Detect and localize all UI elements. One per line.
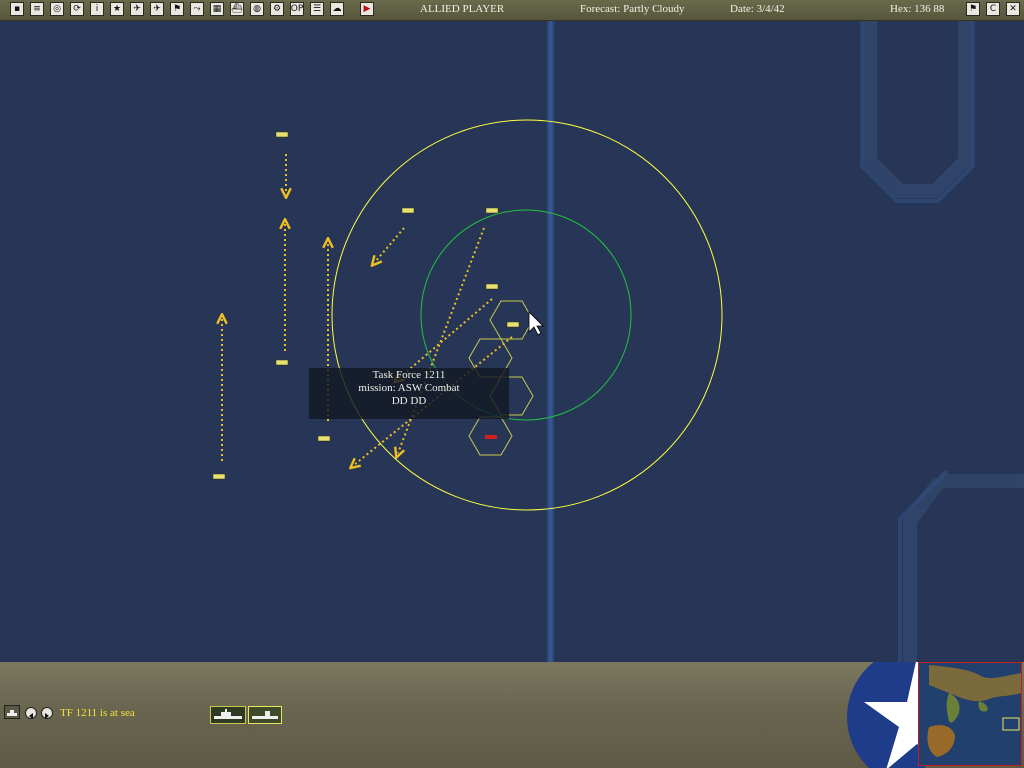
database-icon[interactable]: ◎ [50, 2, 64, 16]
task-force-tooltip: Task Force 1211 mission: ASW Combat DD D… [309, 368, 509, 419]
player-label: ALLIED PLAYER [420, 3, 505, 15]
save-icon[interactable]: ▪ [10, 2, 24, 16]
sync-icon[interactable]: ⟳ [70, 2, 84, 16]
op-icon[interactable]: OP [290, 2, 304, 16]
battleship-icon [214, 709, 242, 719]
close-icon[interactable]: ✕ [1006, 2, 1020, 16]
map-layer [212, 21, 1024, 662]
map-seam-line-core [549, 21, 552, 662]
minimap-graphic [919, 663, 1021, 765]
search-range-circle [331, 119, 723, 511]
ship-small-icon [7, 710, 17, 716]
play-turn-icon[interactable]: ▶ [360, 2, 374, 16]
next-task-force-button[interactable] [41, 707, 53, 719]
task-force-marker[interactable] [275, 359, 289, 366]
fighter-icon[interactable]: ✈ [150, 2, 164, 16]
weather-icon[interactable]: ☁ [330, 2, 344, 16]
globe-icon[interactable]: ◍ [250, 2, 264, 16]
ship-icon[interactable]: ⛴ [230, 2, 244, 16]
status-message: TF 1211 is at sea [60, 707, 135, 719]
star-insignia-logo [847, 662, 925, 768]
tooltip-mission: mission: ASW Combat [358, 382, 460, 394]
world-minimap[interactable] [918, 662, 1022, 766]
task-force-marker[interactable] [212, 473, 226, 480]
arrow-left-icon [29, 713, 33, 719]
intel-icon[interactable]: ▦ [210, 2, 224, 16]
ocean-map[interactable]: Task Force 1211 mission: ASW Combat DD D… [0, 21, 1024, 662]
carrier-icon [252, 711, 278, 719]
hex-label: Hex: 136 88 [890, 3, 945, 15]
surface-ships-button[interactable] [210, 706, 246, 724]
top-toolbar: ▪ ≡ ◎ ⟳ i ★ ✈ ✈ ⚑ ⤳ ▦ ⛴ ◍ ⚙ OP ☰ ☁ ▶ ALLIED PLAYER Foreca… [0, 0, 1024, 21]
list-icon[interactable]: ☰ [310, 2, 324, 16]
medal-star-icon[interactable]: ★ [110, 2, 124, 16]
task-force-marker[interactable] [275, 131, 289, 138]
tooltip-ships: DD DD [391, 395, 427, 407]
task-force-marker[interactable] [506, 321, 520, 328]
task-force-marker[interactable] [485, 283, 499, 290]
carrier-ships-button[interactable] [248, 706, 282, 724]
enemy-marker[interactable] [485, 435, 497, 439]
aircraft-icon[interactable]: ✈ [130, 2, 144, 16]
mouse-cursor-icon [528, 311, 544, 336]
date-label: Date: 3/4/42 [730, 3, 785, 15]
task-force-marker[interactable] [485, 207, 499, 214]
forecast-label: Forecast: Partly Cloudy [580, 3, 685, 15]
background-emblem [863, 21, 1024, 662]
flag-icon[interactable]: ⚑ [170, 2, 184, 16]
settings-icon[interactable]: ⚙ [270, 2, 284, 16]
hex-cell[interactable] [489, 300, 534, 340]
flag-right-icon[interactable]: ⚑ [966, 2, 980, 16]
task-force-marker[interactable] [317, 435, 331, 442]
document-icon[interactable]: ≡ [30, 2, 44, 16]
move-arrow [398, 298, 493, 379]
task-force-list-button[interactable] [4, 705, 20, 719]
c-icon[interactable]: C [986, 2, 1000, 16]
tooltip-title: Task Force 1211 [372, 369, 446, 381]
bottom-info-panel: TF 1211 is at sea [0, 662, 1024, 768]
task-force-marker[interactable] [401, 207, 415, 214]
info-icon[interactable]: i [90, 2, 104, 16]
task-force-markers[interactable] [212, 131, 520, 480]
move-arrow [375, 227, 405, 262]
arrow-right-icon [45, 713, 49, 719]
previous-task-force-button[interactable] [25, 707, 37, 719]
background-emblem-highlight [860, 21, 975, 662]
route-icon[interactable]: ⤳ [190, 2, 204, 16]
